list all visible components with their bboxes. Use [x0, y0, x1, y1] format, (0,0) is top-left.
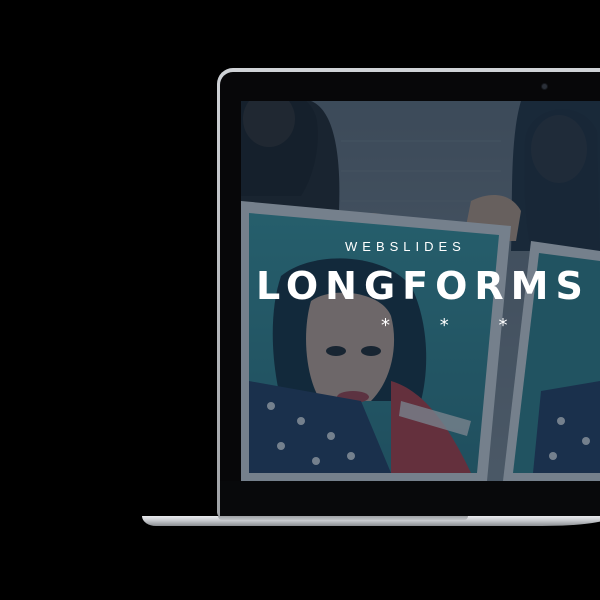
laptop-screen: WEBSLIDES LONGFORMS * * * [241, 101, 600, 481]
decorative-stars: * * * [381, 315, 530, 336]
laptop-hinge-notch [218, 516, 468, 520]
laptop-chin [220, 481, 600, 516]
slide-title: LONGFORMS [256, 264, 590, 308]
slide-content: WEBSLIDES LONGFORMS * * * [241, 101, 600, 481]
webcam-icon [542, 84, 547, 89]
stage: WEBSLIDES LONGFORMS * * * [0, 0, 600, 600]
slide-kicker: WEBSLIDES [345, 239, 466, 254]
